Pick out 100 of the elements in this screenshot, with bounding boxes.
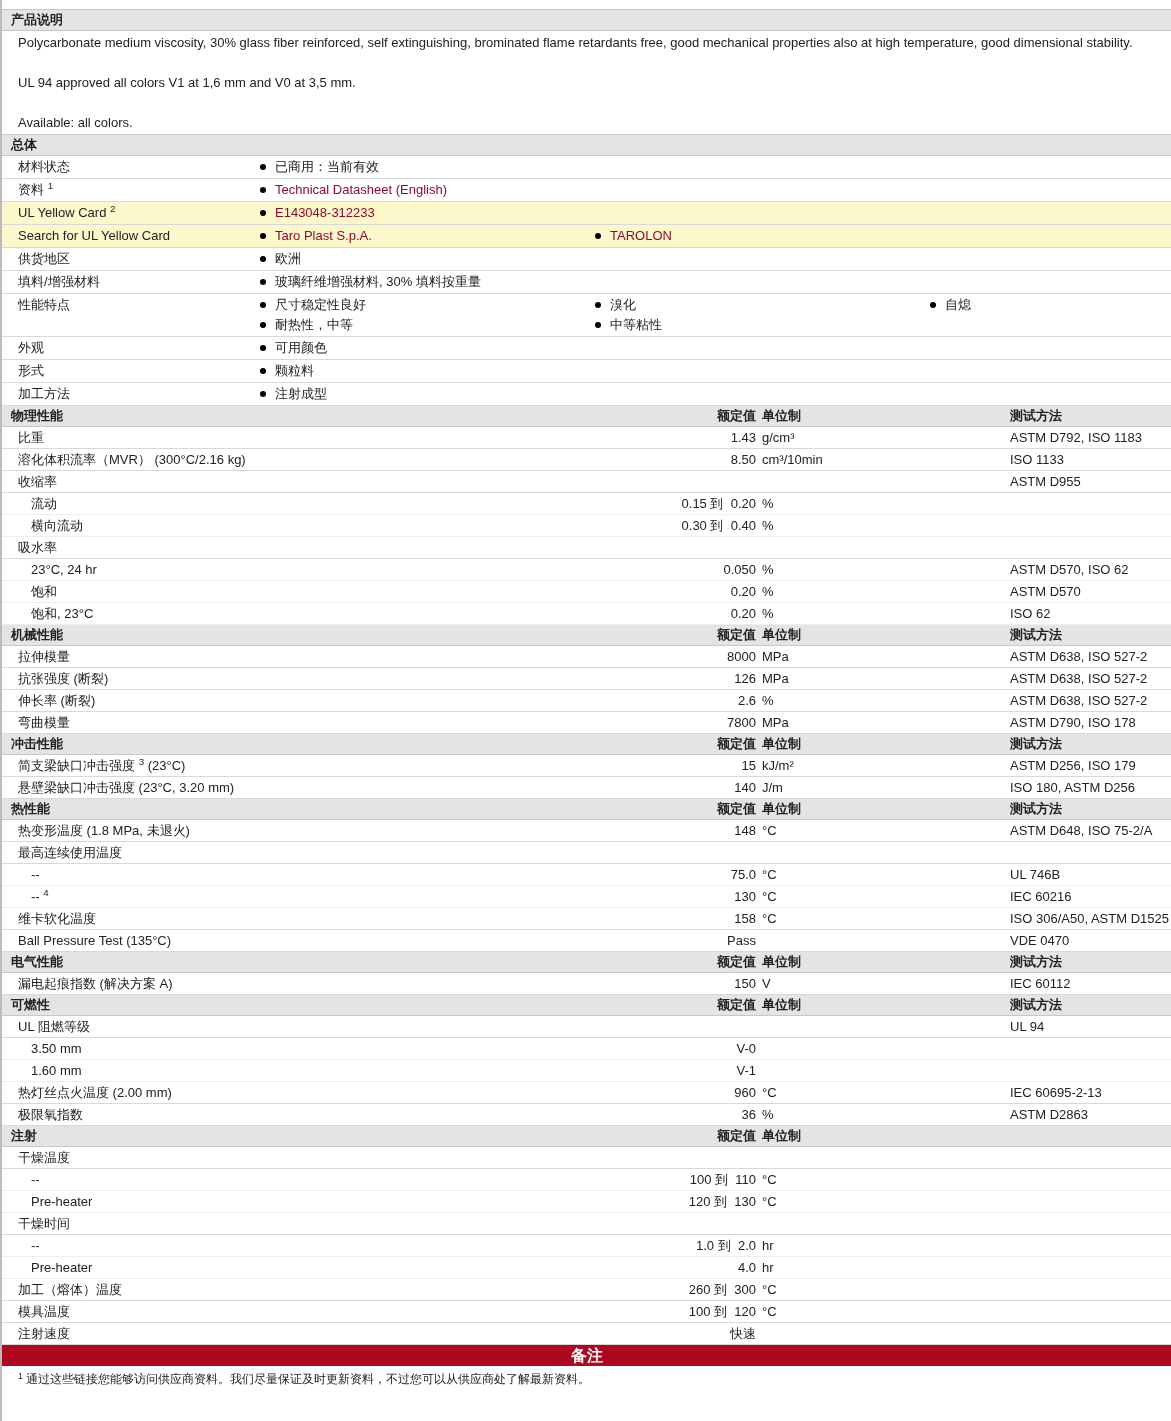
property-value: 100 到 120 [687, 1302, 757, 1321]
property-label: 23°C, 24 hr [30, 560, 98, 579]
property-value: 148 [733, 821, 757, 840]
test-method: ASTM D570 [1010, 582, 1082, 601]
property-label: Search for UL Yellow Card [18, 226, 170, 245]
bullet-icon [260, 279, 266, 285]
property-label: -- [30, 865, 41, 884]
property-label: Pre-heater [30, 1192, 94, 1211]
column-header: 测试方法 [1010, 407, 1063, 426]
property-label: 吸水率 [17, 538, 58, 557]
property-label: 形式 [18, 361, 44, 380]
property-label: Pre-heater [30, 1258, 94, 1277]
bullet-icon [595, 322, 601, 328]
property-label: 1.60 mm [30, 1061, 83, 1080]
property-label: UL 阻燃等级 [17, 1017, 91, 1036]
bullet-icon [595, 302, 601, 308]
property-unit: % [762, 516, 775, 535]
property-value: 15 [740, 756, 757, 775]
property-label: 溶化体积流率（MVR） (300°C/2.16 kg) [17, 450, 247, 469]
column-header: 额定值 [716, 953, 757, 972]
test-method: ASTM D638, ISO 527-2 [1010, 691, 1149, 710]
bullet-icon [260, 233, 266, 239]
bullet-icon [260, 391, 266, 397]
section-title: 机械性能 [9, 626, 64, 645]
property-value: 4.0 [736, 1258, 757, 1277]
column-header: 额定值 [716, 1127, 757, 1146]
property-label: 干燥时间 [17, 1214, 71, 1233]
property-label: 极限氧指数 [17, 1105, 84, 1124]
datasheet-link[interactable]: E143048-312233 [275, 203, 375, 223]
test-method: ASTM D638, ISO 527-2 [1010, 647, 1149, 666]
test-method: ASTM D955 [1010, 472, 1082, 491]
section-title: 可燃性 [10, 996, 51, 1015]
property-unit: hr [762, 1258, 775, 1277]
property-label: 资料 $^{1}$ [18, 179, 54, 199]
datasheet-link[interactable]: Taro Plast S.p.A. [275, 226, 372, 246]
property-value: 7800 [726, 713, 757, 732]
property-value: 尺寸稳定性良好 [275, 296, 366, 314]
test-method: ISO 1133 [1010, 450, 1065, 469]
test-method: ASTM D792, ISO 1183 [1010, 428, 1143, 447]
property-unit: °C [762, 1192, 778, 1211]
property-unit: °C [762, 1170, 778, 1189]
section-title: 电气性能 [10, 953, 64, 972]
property-value: 130 [733, 887, 757, 906]
property-label: 注射速度 [17, 1324, 71, 1343]
notes-header: 备注 [2, 1345, 1171, 1366]
test-method: UL 94 [1010, 1017, 1046, 1036]
section-title: 总体 [9, 136, 38, 155]
property-label: 热变形温度 (1.8 MPa, 未退火) [17, 821, 191, 840]
property-label: 3.50 mm [30, 1039, 83, 1058]
property-unit: g/cm³ [762, 428, 796, 447]
datasheet-link[interactable]: TAROLON [610, 226, 672, 246]
property-label: 填料/增强材料 [18, 272, 100, 291]
bullet-icon [930, 302, 936, 308]
property-value: 中等粘性 [610, 316, 662, 334]
property-label: 伸长率 (断裂) [17, 691, 97, 710]
property-value: 可用颜色 [275, 339, 327, 357]
property-label: 干燥温度 [17, 1148, 71, 1167]
property-label: 比重 [17, 428, 45, 447]
test-method: ISO 306/A50, ASTM D1525 [1010, 909, 1170, 928]
property-value: 0.20 [729, 582, 757, 601]
property-unit: % [762, 582, 775, 601]
property-value: Pass [726, 931, 757, 950]
description-text: Polycarbonate medium viscosity, 30% glass fiber reinforced, self extinguishing, brominated flame retardants free, good mechanical properties also at high temperature, good dimensional stability. [18, 34, 1134, 52]
test-method: ASTM D2863 [1010, 1105, 1090, 1124]
column-header: 额定值 [716, 735, 757, 754]
property-label: 材料状态 [18, 157, 70, 176]
property-label: 悬壁梁缺口冲击强度 (23°C, 3.20 mm) [17, 778, 236, 797]
bullet-icon [260, 164, 266, 170]
property-label: UL Yellow Card $^{2}$ [18, 202, 116, 222]
property-value: 0.050 [722, 560, 757, 579]
datasheet-link[interactable]: Technical Datasheet (English) [275, 180, 447, 200]
property-label: -- $^{4}$ [30, 886, 50, 906]
bullet-icon [260, 256, 266, 262]
property-label: 抗张强度 (断裂) [17, 669, 110, 688]
column-header: 额定值 [716, 800, 757, 819]
column-header: 单位制 [762, 996, 802, 1015]
property-unit: % [762, 494, 775, 513]
property-value: 注射成型 [275, 385, 327, 403]
test-method: ASTM D790, ISO 178 [1010, 713, 1137, 732]
column-header: 单位制 [762, 735, 802, 754]
test-method: IEC 60216 [1010, 887, 1073, 906]
bullet-icon [260, 302, 266, 308]
column-header: 额定值 [716, 626, 757, 645]
property-unit: °C [762, 1083, 778, 1102]
column-header: 单位制 [762, 953, 802, 972]
test-method: IEC 60695-2-13 [1010, 1083, 1103, 1102]
property-label: 流动 [30, 494, 58, 513]
property-unit: % [762, 691, 775, 710]
property-label: 性能特点 [18, 295, 70, 314]
property-value: 1.0 到 2.0 [695, 1236, 757, 1255]
property-label: 饱和, 23°C [30, 604, 95, 623]
property-unit: °C [762, 865, 778, 884]
test-method: ASTM D570, ISO 62 [1010, 560, 1130, 579]
section-title: 物理性能 [10, 407, 64, 426]
test-method: IEC 60112 [1010, 974, 1072, 993]
property-value: 8000 [726, 647, 757, 666]
test-method: ASTM D256, ISO 179 [1010, 756, 1137, 775]
section-title: 热性能 [10, 800, 51, 819]
test-method: UL 746B [1010, 865, 1062, 884]
column-header: 测试方法 [1010, 626, 1063, 645]
